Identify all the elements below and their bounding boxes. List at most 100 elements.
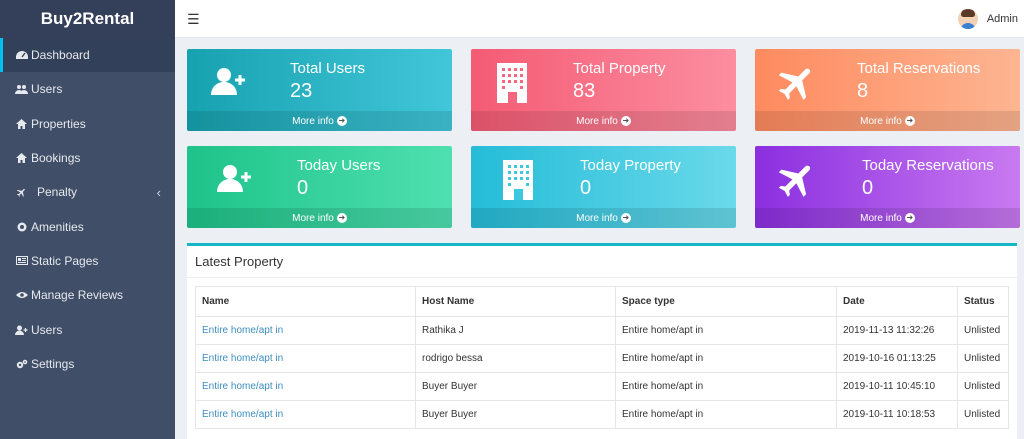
- host-name: Buyer Buyer: [415, 372, 616, 401]
- sidebar-item-users[interactable]: Users: [0, 72, 175, 106]
- stat-card-total-users: Total Users 23 More info ➜: [187, 49, 452, 131]
- card-value: 83: [573, 80, 596, 102]
- user-plus-icon: [14, 325, 29, 335]
- latest-property-table: Name Host Name Space type Date Status En…: [195, 286, 1009, 429]
- card-title: Today Reservations: [862, 157, 994, 174]
- building-icon: [497, 158, 541, 202]
- stat-card-today-property: Today Property 0 More info ➜: [471, 146, 736, 228]
- cogs-icon: [14, 359, 29, 369]
- plane-icon: [775, 158, 819, 202]
- card-title: Today Users: [297, 157, 381, 174]
- more-info-link[interactable]: More info ➜: [755, 208, 1020, 228]
- sidebar-item-static-pages[interactable]: Static Pages: [0, 244, 175, 278]
- arrow-right-icon: ➜: [336, 213, 347, 223]
- sidebar-item-settings[interactable]: Settings: [0, 347, 175, 381]
- more-info-link[interactable]: More info ➜: [187, 208, 452, 228]
- sidebar: Buy2Rental Dashboard Users Properties Bo…: [0, 0, 175, 439]
- newspaper-icon: [14, 256, 29, 266]
- status: Unlisted: [957, 344, 1009, 373]
- avatar[interactable]: [958, 9, 978, 29]
- sidebar-item-label: Bookings: [31, 151, 81, 166]
- user-name[interactable]: Admin: [987, 13, 1018, 25]
- card-title: Total Property: [573, 60, 666, 77]
- status: Unlisted: [957, 372, 1009, 401]
- space-type: Entire home/apt in: [615, 316, 837, 345]
- sidebar-item-label: Static Pages: [31, 253, 99, 268]
- table-row: Entire home/apt in Rathika J Entire home…: [195, 316, 1009, 345]
- sidebar-item-label: Users: [31, 322, 63, 337]
- more-info-link[interactable]: More info ➜: [187, 111, 452, 131]
- plane-icon: [14, 187, 29, 198]
- sidebar-item-penalty[interactable]: Penalty ‹: [0, 175, 175, 209]
- column-header[interactable]: Name: [195, 286, 416, 317]
- sidebar-item-bookings[interactable]: Bookings: [0, 141, 175, 175]
- date: 2019-10-11 10:18:53: [836, 400, 958, 429]
- sidebar-item-properties[interactable]: Properties: [0, 107, 175, 141]
- sidebar-item-label: Settings: [31, 356, 75, 371]
- date: 2019-10-16 01:13:25: [836, 344, 958, 373]
- property-name-link[interactable]: Entire home/apt in: [195, 344, 416, 373]
- card-title: Total Users: [290, 60, 366, 77]
- card-title: Total Reservations: [857, 60, 981, 77]
- home-icon: [14, 153, 29, 164]
- arrow-right-icon: ➜: [904, 213, 915, 223]
- status: Unlisted: [957, 400, 1009, 429]
- card-value: 0: [580, 177, 592, 199]
- stat-card-total-property: Total Property 83 More info ➜: [471, 49, 736, 131]
- more-info-link[interactable]: More info ➜: [755, 111, 1020, 131]
- eye-icon: [14, 291, 29, 299]
- stat-card-today-reservations: Today Reservations 0 More info ➜: [755, 146, 1020, 228]
- stat-card-total-reservations: Total Reservations 8 More info ➜: [755, 49, 1020, 131]
- date: 2019-11-13 11:32:26: [836, 316, 958, 345]
- space-type: Entire home/apt in: [615, 344, 837, 373]
- property-name-link[interactable]: Entire home/apt in: [195, 316, 416, 345]
- arrow-right-icon: ➜: [620, 213, 631, 223]
- top-header: ☰ Admin: [175, 0, 1024, 38]
- table-row: Entire home/apt in Buyer Buyer Entire ho…: [195, 372, 1009, 401]
- table-header-row: Name Host Name Space type Date Status: [195, 286, 1009, 317]
- building-icon: [491, 61, 535, 105]
- space-type: Entire home/apt in: [615, 372, 837, 401]
- sidebar-item-label: Users: [31, 82, 63, 97]
- sidebar-item-amenities[interactable]: Amenities: [0, 209, 175, 243]
- more-info-link[interactable]: More info ➜: [471, 208, 736, 228]
- column-header[interactable]: Status: [957, 286, 1009, 317]
- menu-toggle-icon[interactable]: ☰: [187, 11, 200, 28]
- card-value: 0: [862, 177, 874, 199]
- card-value: 0: [297, 177, 309, 199]
- column-header[interactable]: Date: [836, 286, 958, 317]
- home-icon: [14, 118, 29, 129]
- column-header[interactable]: Space type: [615, 286, 837, 317]
- sidebar-item-dashboard[interactable]: Dashboard: [0, 38, 175, 73]
- table-row: Entire home/apt in Buyer Buyer Entire ho…: [195, 400, 1009, 429]
- sidebar-item-label: Manage Reviews: [31, 288, 124, 303]
- card-value: 8: [857, 80, 869, 102]
- sidebar-item-manage-reviews[interactable]: Manage Reviews: [0, 278, 175, 312]
- column-header[interactable]: Host Name: [415, 286, 616, 317]
- card-title: Today Property: [580, 157, 681, 174]
- arrow-right-icon: ➜: [620, 116, 631, 126]
- user-plus-icon: [207, 61, 251, 105]
- sidebar-item-label: Properties: [31, 116, 86, 131]
- users-icon: [14, 84, 29, 95]
- circle-icon: [14, 222, 29, 232]
- arrow-right-icon: ➜: [904, 116, 915, 126]
- property-name-link[interactable]: Entire home/apt in: [195, 372, 416, 401]
- sidebar-item-label: Penalty: [37, 185, 78, 200]
- sidebar-item-label: Amenities: [31, 219, 84, 234]
- divider: [187, 277, 1017, 278]
- sidebar-item-users-2[interactable]: Users: [0, 312, 175, 346]
- sidebar-item-label: Dashboard: [31, 48, 90, 63]
- host-name: rodrigo bessa: [415, 344, 616, 373]
- property-name-link[interactable]: Entire home/apt in: [195, 400, 416, 429]
- panel-title: Latest Property: [195, 254, 284, 269]
- chevron-left-icon[interactable]: ‹: [157, 185, 161, 200]
- brand-logo[interactable]: Buy2Rental: [0, 0, 175, 38]
- more-info-link[interactable]: More info ➜: [471, 111, 736, 131]
- host-name: Rathika J: [415, 316, 616, 345]
- card-value: 23: [290, 80, 313, 102]
- user-plus-icon: [213, 158, 257, 202]
- arrow-right-icon: ➜: [336, 116, 347, 126]
- dashboard-icon: [14, 50, 29, 60]
- stat-card-today-users: Today Users 0 More info ➜: [187, 146, 452, 228]
